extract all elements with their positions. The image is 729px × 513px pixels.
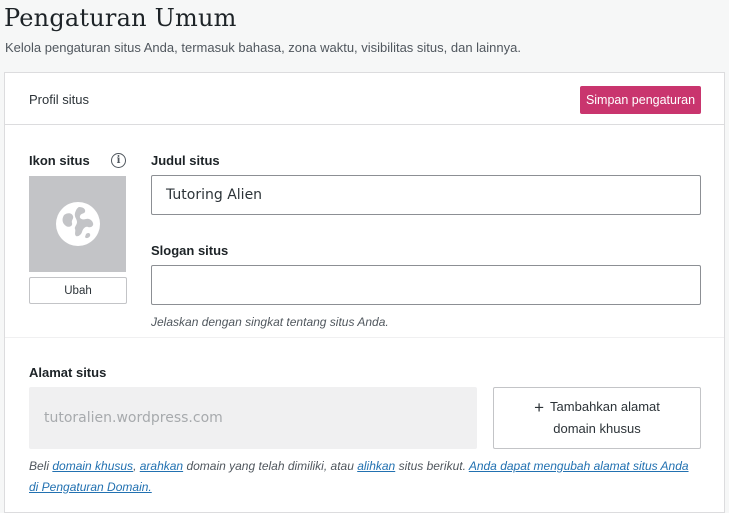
page-title: Pengaturan Umum <box>4 4 237 32</box>
tagline-label: Slogan situs <box>151 243 229 258</box>
note-text-2: , <box>133 459 140 473</box>
page-subtitle: Kelola pengaturan situs Anda, termasuk b… <box>5 40 521 55</box>
globe-icon <box>55 202 100 246</box>
tagline-input[interactable] <box>151 265 701 305</box>
save-settings-button[interactable]: Simpan pengaturan <box>580 86 701 114</box>
site-icon-preview[interactable] <box>29 176 126 272</box>
site-title-value: Tutoring Alien <box>166 187 263 203</box>
add-domain-label-line1: Tambahkan alamat <box>550 399 660 414</box>
note-text-4: situs berikut. <box>395 459 469 473</box>
site-icon-label: Ikon situs <box>29 153 90 168</box>
domain-note: Beli domain khusus, arahkan domain yang … <box>29 456 689 498</box>
tagline-hint: Jelaskan dengan singkat tentang situs An… <box>151 315 389 329</box>
change-icon-button[interactable]: Ubah <box>29 277 127 304</box>
card-header-title: Profil situs <box>29 92 89 107</box>
site-address-value: tutoralien.wordpress.com <box>44 410 223 426</box>
info-icon[interactable]: i <box>111 153 126 168</box>
site-title-label: Judul situs <box>151 153 220 168</box>
site-address-field: tutoralien.wordpress.com <box>29 387 477 449</box>
add-domain-label-line2: domain khusus <box>553 421 641 436</box>
plus-icon: + <box>534 397 545 417</box>
note-text-3: domain yang telah dimiliki, atau <box>183 459 358 473</box>
note-text-1: Beli <box>29 459 53 473</box>
buy-domain-link[interactable]: domain khusus <box>52 459 133 473</box>
add-custom-domain-button[interactable]: + Tambahkan alamat domain khusus <box>493 387 701 449</box>
redirect-site-link[interactable]: alihkan <box>357 459 395 473</box>
site-profile-card: Profil situs Simpan pengaturan Ikon situ… <box>4 72 725 513</box>
section-divider <box>5 337 724 338</box>
site-address-label: Alamat situs <box>29 365 107 380</box>
card-header: Profil situs Simpan pengaturan <box>5 73 724 125</box>
site-title-input[interactable]: Tutoring Alien <box>151 175 701 215</box>
map-domain-link[interactable]: arahkan <box>140 459 183 473</box>
